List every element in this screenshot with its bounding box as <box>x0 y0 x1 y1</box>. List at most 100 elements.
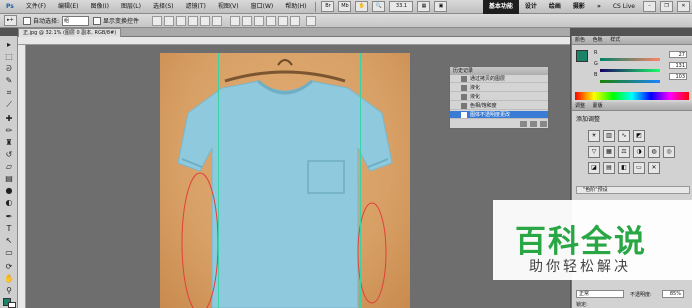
distribute-left-icon[interactable] <box>266 15 277 26</box>
lasso-tool-icon[interactable]: ᘐ <box>3 64 15 74</box>
g-value-field[interactable]: 131 <box>669 62 687 69</box>
close-icon[interactable]: ✕ <box>677 1 690 12</box>
healing-brush-tool-icon[interactable]: ✚ <box>3 114 15 124</box>
channel-mixer-icon[interactable]: ◎ <box>663 146 675 158</box>
distribute-middle-icon[interactable] <box>242 15 253 26</box>
gradient-map-icon[interactable]: ▭ <box>633 162 645 174</box>
brightness-icon[interactable]: ☀ <box>588 130 600 142</box>
show-transform-checkbox[interactable] <box>93 16 102 25</box>
distribute-right-icon[interactable] <box>290 15 301 26</box>
workspace-essentials[interactable]: 基本功能 <box>482 0 519 14</box>
auto-align-icon[interactable] <box>306 15 317 26</box>
r-value-field[interactable]: 27 <box>669 51 687 58</box>
zoom-tool-icon[interactable]: ⚲ <box>3 286 15 296</box>
workspace-design[interactable]: 设计 <box>519 0 543 14</box>
posterize-icon[interactable]: ▤ <box>603 162 615 174</box>
restore-icon[interactable]: ❐ <box>660 1 673 12</box>
clone-stamp-tool-icon[interactable]: ♜ <box>3 138 15 148</box>
workspace-more-icon[interactable]: » <box>591 0 607 14</box>
align-left-icon[interactable] <box>188 15 199 26</box>
menu-file[interactable]: 文件(F) <box>20 0 52 14</box>
photo-filter-icon[interactable]: ◍ <box>648 146 660 158</box>
color-balance-icon[interactable]: ⚖ <box>618 146 630 158</box>
zoom-level[interactable]: 33.1 <box>389 1 414 12</box>
minibridge-button[interactable]: Mb <box>338 1 352 12</box>
menu-image[interactable]: 图像(I) <box>85 0 115 14</box>
menu-filter[interactable]: 滤镜(T) <box>179 0 211 14</box>
auto-select-checkbox[interactable] <box>23 16 31 25</box>
tab-adjustments[interactable]: 调整 <box>575 103 585 109</box>
foreground-color-swatch[interactable] <box>576 50 588 62</box>
align-top-icon[interactable] <box>152 15 163 26</box>
exposure-icon[interactable]: ◩ <box>633 130 645 142</box>
align-center-icon[interactable] <box>200 15 211 26</box>
b-value-field[interactable]: 103 <box>669 73 687 80</box>
horizontal-ruler[interactable] <box>18 37 570 45</box>
guide-line[interactable] <box>218 53 219 308</box>
eyedropper-tool-icon[interactable]: ⟋ <box>3 100 15 110</box>
invert-icon[interactable]: ◪ <box>588 162 600 174</box>
menu-view[interactable]: 视图(V) <box>212 0 245 14</box>
threshold-icon[interactable]: ◧ <box>618 162 630 174</box>
menu-edit[interactable]: 编辑(E) <box>52 0 84 14</box>
move-tool-icon[interactable]: ▸ <box>3 40 15 50</box>
menu-help[interactable]: 帮助(H) <box>279 0 312 14</box>
path-select-tool-icon[interactable]: ↖ <box>3 236 15 246</box>
align-bottom-icon[interactable] <box>176 15 187 26</box>
history-item-selected[interactable]: 图体不透明度更改 <box>450 111 548 119</box>
cs-live[interactable]: CS Live <box>607 0 641 14</box>
levels-preset-item[interactable]: "色阶"预设 <box>576 186 690 194</box>
background-color-swatch[interactable] <box>8 302 16 308</box>
hand-tool-button[interactable]: ✋ <box>355 1 369 12</box>
shape-tool-icon[interactable]: ▭ <box>3 248 15 258</box>
guide-line[interactable] <box>360 53 361 308</box>
history-panel-title[interactable]: 历史记录 <box>450 67 548 75</box>
gradient-tool-icon[interactable]: ▤ <box>3 174 15 184</box>
tab-masks[interactable]: 蒙版 <box>593 103 603 109</box>
b-slider[interactable] <box>600 80 660 83</box>
trash-icon[interactable] <box>540 121 547 127</box>
levels-icon[interactable]: ▥ <box>603 130 615 142</box>
brush-tool-icon[interactable]: ✏ <box>3 126 15 136</box>
pen-tool-icon[interactable]: ✒ <box>3 212 15 222</box>
tab-swatches[interactable]: 色板 <box>593 37 603 43</box>
vibrance-icon[interactable]: ▽ <box>588 146 600 158</box>
minimize-icon[interactable]: – <box>643 1 656 12</box>
distribute-bottom-icon[interactable] <box>254 15 265 26</box>
crop-tool-icon[interactable]: ⌗ <box>3 88 15 98</box>
workspace-photography[interactable]: 摄影 <box>567 0 591 14</box>
bridge-button[interactable]: Br <box>321 1 335 12</box>
tab-color[interactable]: 颜色 <box>575 37 585 43</box>
align-right-icon[interactable] <box>212 15 223 26</box>
workspace-painting[interactable]: 绘画 <box>543 0 567 14</box>
distribute-top-icon[interactable] <box>230 15 241 26</box>
color-spectrum-ramp[interactable] <box>575 92 689 100</box>
selective-color-icon[interactable]: ✕ <box>648 162 660 174</box>
g-slider[interactable] <box>600 69 660 72</box>
blend-mode-dropdown[interactable]: 正常 <box>576 290 624 298</box>
new-snapshot-icon[interactable] <box>520 121 527 127</box>
menu-layer[interactable]: 图层(L) <box>115 0 147 14</box>
quick-select-tool-icon[interactable]: ✎ <box>3 76 15 86</box>
history-item[interactable]: 液化 <box>450 84 548 92</box>
menu-select[interactable]: 选择(S) <box>147 0 180 14</box>
history-item[interactable]: 色相/饱和度 <box>450 102 548 110</box>
3d-rotate-tool-icon[interactable]: ⟳ <box>3 262 15 272</box>
history-item[interactable]: 液化 <box>450 93 548 101</box>
black-white-icon[interactable]: ◑ <box>633 146 645 158</box>
history-item[interactable]: 通过拷贝的图层 <box>450 75 548 83</box>
screen-mode-button[interactable]: ▣ <box>434 1 448 12</box>
align-middle-icon[interactable] <box>164 15 175 26</box>
hand-tool-icon[interactable]: ✋ <box>3 274 15 284</box>
type-tool-icon[interactable]: T <box>3 224 15 234</box>
zoom-tool-button[interactable]: 🔍 <box>372 1 386 12</box>
arrange-button[interactable]: ▦ <box>417 1 431 12</box>
vertical-ruler[interactable] <box>18 45 26 308</box>
tab-styles[interactable]: 样式 <box>610 37 620 43</box>
blur-tool-icon[interactable]: ● <box>3 186 15 196</box>
eraser-tool-icon[interactable]: ▱ <box>3 162 15 172</box>
opacity-field[interactable]: 85% <box>662 290 684 298</box>
new-document-icon[interactable] <box>530 121 537 127</box>
curves-icon[interactable]: ∿ <box>618 130 630 142</box>
hue-saturation-icon[interactable]: ▦ <box>603 146 615 158</box>
